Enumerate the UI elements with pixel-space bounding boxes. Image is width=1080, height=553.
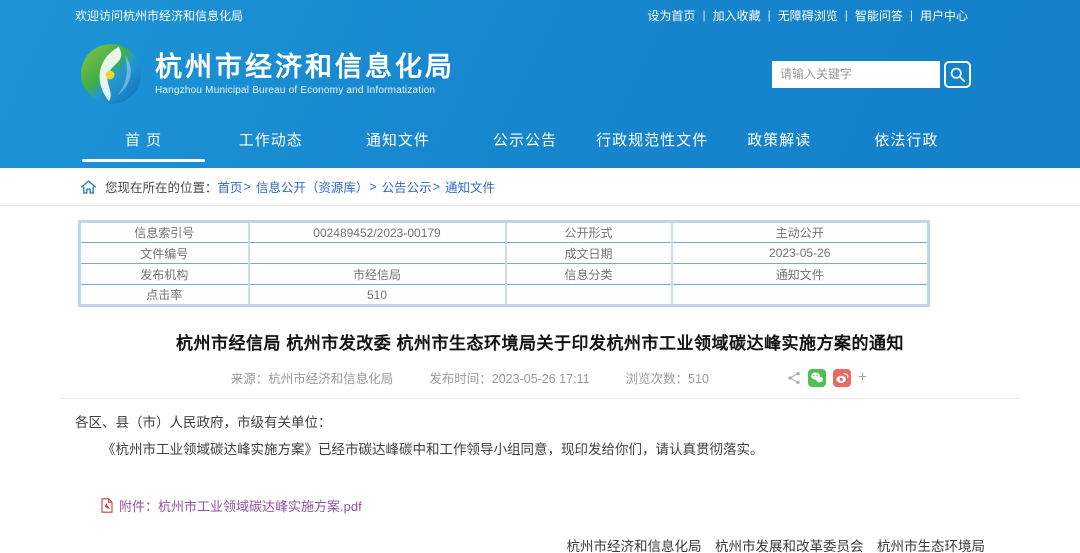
link-separator: |: [910, 8, 913, 22]
search-button[interactable]: [944, 61, 971, 88]
breadcrumb-separator: >: [244, 180, 251, 194]
breadcrumb-prefix: 您现在所在的位置：: [105, 177, 218, 196]
search-icon: [949, 66, 966, 83]
breadcrumb-announcements[interactable]: 公告公示: [382, 177, 432, 196]
breadcrumb-separator: >: [369, 180, 376, 194]
share-bar: +: [787, 369, 867, 387]
paragraph-main: 《杭州市工业领域碳达峰实施方案》已经市碳达峰碳中和工作领导小组同意，现印发给你们…: [75, 439, 1020, 462]
home-icon: [80, 179, 97, 195]
user-center-link[interactable]: 用户中心: [920, 7, 968, 24]
info-value: [672, 285, 929, 306]
table-row: 发布机构 市经信局 信息分类 通知文件: [80, 264, 929, 285]
info-value: [249, 243, 506, 264]
nav-announcements[interactable]: 公示公告: [461, 118, 588, 168]
bureau-logo-icon: [80, 43, 142, 105]
nav-normative-docs[interactable]: 行政规范性文件: [589, 118, 716, 168]
info-value: 002489452/2023-00179: [249, 222, 506, 243]
info-value: 510: [249, 285, 506, 306]
signature-agencies: 杭州市经济和信息化局 杭州市发展和改革委员会 杭州市生态环境局: [60, 535, 985, 553]
attachment-link[interactable]: 附件：杭州市工业领域碳达峰实施方案.pdf: [100, 496, 1020, 515]
link-separator: |: [768, 8, 771, 22]
info-value: 2023-05-26: [672, 243, 929, 264]
accessibility-link[interactable]: 无障碍浏览: [778, 7, 838, 24]
utility-links: 设为首页 | 加入收藏 | 无障碍浏览 | 智能问答 | 用户中心: [647, 7, 968, 24]
breadcrumb-separator: >: [433, 180, 440, 194]
attachment-text: 附件：杭州市工业领域碳达峰实施方案.pdf: [119, 496, 362, 515]
search-input[interactable]: [772, 61, 940, 88]
link-separator: |: [702, 8, 705, 22]
site-header: 欢迎访问杭州市经济和信息化局 设为首页 | 加入收藏 | 无障碍浏览 | 智能问…: [0, 0, 1080, 168]
info-label: 公开形式: [506, 222, 672, 243]
breadcrumb: 您现在所在的位置： 首页 > 信息公开（资源库） > 公告公示 > 通知文件: [0, 168, 1080, 206]
signature-block: 杭州市经济和信息化局 杭州市发展和改革委员会 杭州市生态环境局 2023年5月1…: [60, 535, 1020, 553]
site-title: 杭州市经济和信息化局: [155, 52, 455, 83]
info-label: 发布机构: [80, 264, 249, 285]
favorite-link[interactable]: 加入收藏: [713, 7, 761, 24]
breadcrumb-home[interactable]: 首页: [218, 177, 243, 196]
share-icon[interactable]: [787, 371, 801, 385]
nav-law-admin[interactable]: 依法行政: [843, 118, 970, 168]
breadcrumb-notice-files[interactable]: 通知文件: [445, 177, 495, 196]
table-row: 文件编号 成文日期 2023-05-26: [80, 243, 929, 264]
document-info-table: 信息索引号 002489452/2023-00179 公开形式 主动公开 文件编…: [78, 220, 930, 307]
article-publish-time: 发布时间：2023-05-26 17:11: [429, 368, 589, 387]
article-views: 浏览次数：510: [626, 368, 709, 387]
pdf-icon: [100, 498, 114, 513]
info-label: 信息分类: [506, 264, 672, 285]
nav-notice-files[interactable]: 通知文件: [334, 118, 461, 168]
meta-divider: [60, 398, 1020, 399]
nav-policy-interpretation[interactable]: 政策解读: [716, 118, 843, 168]
article-body: 各区、县（市）人民政府，市级有关单位： 《杭州市工业领域碳达峰实施方案》已经市碳…: [60, 412, 1020, 462]
info-label: 点击率: [80, 285, 249, 306]
site-title-block: 杭州市经济和信息化局 Hangzhou Municipal Bureau of …: [155, 52, 455, 96]
link-separator: |: [845, 8, 848, 22]
utility-bar: 欢迎访问杭州市经济和信息化局 设为首页 | 加入收藏 | 无障碍浏览 | 智能问…: [0, 0, 1080, 30]
info-value: 主动公开: [672, 222, 929, 243]
article-meta: 来源：杭州市经济和信息化局 发布时间：2023-05-26 17:11 浏览次数…: [60, 368, 1020, 387]
table-row: 点击率 510: [80, 285, 929, 306]
more-share-icon[interactable]: +: [858, 370, 867, 386]
welcome-text: 欢迎访问杭州市经济和信息化局: [75, 7, 243, 24]
article-page: 信息索引号 002489452/2023-00179 公开形式 主动公开 文件编…: [0, 220, 1080, 553]
set-home-link[interactable]: 设为首页: [647, 7, 695, 24]
info-label: 文件编号: [80, 243, 249, 264]
nav-home[interactable]: 首 页: [80, 118, 207, 168]
table-row: 信息索引号 002489452/2023-00179 公开形式 主动公开: [80, 222, 929, 243]
info-label: 信息索引号: [80, 222, 249, 243]
weibo-share-icon[interactable]: [833, 369, 851, 387]
smart-qa-link[interactable]: 智能问答: [855, 7, 903, 24]
article-title: 杭州市经信局 杭州市发改委 杭州市生态环境局关于印发杭州市工业领域碳达峰实施方案…: [60, 329, 1020, 354]
info-value: 市经信局: [249, 264, 506, 285]
paragraph-salutation: 各区、县（市）人民政府，市级有关单位：: [75, 412, 1020, 435]
site-search: [772, 61, 971, 88]
wechat-share-icon[interactable]: [808, 369, 826, 387]
breadcrumb-info-disclosure[interactable]: 信息公开（资源库）: [256, 177, 369, 196]
banner: 杭州市经济和信息化局 Hangzhou Municipal Bureau of …: [0, 30, 1080, 118]
article-source: 来源：杭州市经济和信息化局: [231, 368, 394, 387]
info-value: 通知文件: [672, 264, 929, 285]
main-nav: 首 页 工作动态 通知文件 公示公告 行政规范性文件 政策解读 依法行政: [80, 118, 970, 168]
site-subtitle: Hangzhou Municipal Bureau of Economy and…: [155, 85, 455, 96]
info-label: [506, 285, 672, 306]
info-label: 成文日期: [506, 243, 672, 264]
nav-work-news[interactable]: 工作动态: [207, 118, 334, 168]
